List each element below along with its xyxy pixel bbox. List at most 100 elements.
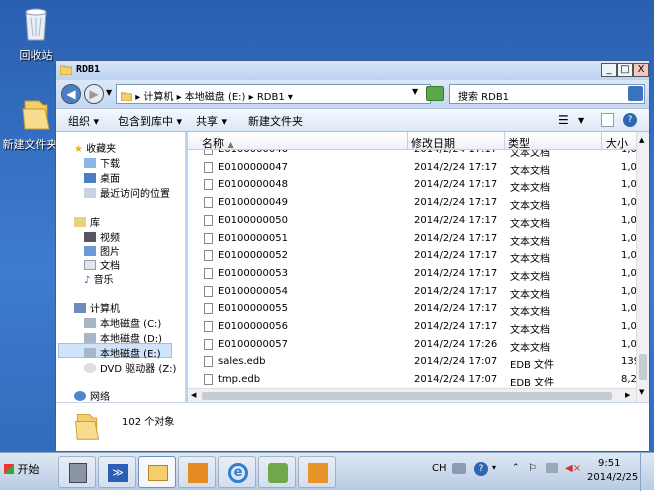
new-folder-button[interactable]: 新建文件夹 — [248, 113, 303, 129]
language-indicator[interactable]: CH — [432, 463, 447, 474]
breadcrumb-item-computer[interactable]: 计算机 — [143, 92, 173, 103]
start-button[interactable]: 开始 — [4, 461, 40, 477]
share-button[interactable]: 共享 ▾ — [196, 113, 227, 129]
file-type: 文本文档 — [510, 236, 550, 248]
back-button[interactable]: ◀ — [61, 84, 81, 104]
file-row[interactable]: E0100000054 2014/2/24 17:17 文本文档 1,0 — [188, 283, 636, 301]
horizontal-scrollbar[interactable]: ◀ ▶ — [188, 388, 636, 402]
clock-time[interactable]: 9:51 — [598, 458, 620, 469]
flag-icon[interactable]: ⚐ — [528, 463, 537, 474]
recycle-bin-icon — [25, 8, 47, 41]
search-icon[interactable] — [628, 86, 643, 101]
file-row[interactable]: E0100000049 2014/2/24 17:17 文本文档 1,0 — [188, 194, 636, 212]
taskbar-powershell[interactable]: ≫ — [98, 456, 136, 488]
file-row[interactable]: E0100000052 2014/2/24 17:17 文本文档 1,0 — [188, 247, 636, 265]
address-dropdown-icon[interactable]: ▼ — [412, 87, 418, 96]
scrollbar-thumb[interactable] — [202, 392, 612, 400]
nav-computer[interactable]: 计算机 — [74, 300, 120, 315]
file-icon — [204, 303, 213, 315]
file-row[interactable]: sales.edb 2014/2/24 17:07 EDB 文件 139,3 — [188, 353, 636, 371]
nav-item-drive-c[interactable]: 本地磁盘 (C:) — [84, 315, 161, 330]
forward-button[interactable]: ▶ — [84, 84, 104, 104]
file-size: 1,0 — [621, 303, 636, 315]
computer-icon — [74, 303, 86, 313]
preview-pane-icon[interactable] — [601, 113, 614, 127]
taskbar-network-tool[interactable] — [258, 456, 296, 488]
nav-item-pictures[interactable]: 图片 — [84, 243, 120, 258]
show-desktop-button[interactable] — [640, 453, 654, 491]
file-row[interactable]: E0100000050 2014/2/24 17:17 文本文档 1,0 — [188, 212, 636, 230]
taskbar-server-manager[interactable] — [58, 456, 96, 488]
file-icon — [204, 161, 213, 173]
column-header-name[interactable]: 名称 ▲ — [202, 135, 234, 151]
maximize-button[interactable]: □ — [617, 63, 633, 77]
refresh-icon[interactable] — [426, 86, 444, 101]
desktop-icon-recycle-bin[interactable]: 回收站 — [0, 4, 72, 63]
file-row[interactable]: tmp.edb 2014/2/24 17:07 EDB 文件 8,2 — [188, 371, 636, 386]
minimize-button[interactable]: _ — [601, 63, 617, 77]
column-header-modified[interactable]: 修改日期 — [411, 135, 455, 151]
scroll-up-icon[interactable]: ▲ — [639, 136, 644, 144]
file-row[interactable]: E0100000055 2014/2/24 17:17 文本文档 1,0 — [188, 300, 636, 318]
file-type: 文本文档 — [510, 183, 550, 195]
nav-item-documents[interactable]: 文档 — [84, 257, 120, 272]
column-header-type[interactable]: 类型 — [508, 135, 530, 151]
include-in-library-button[interactable]: 包含到库中 ▾ — [118, 113, 182, 129]
nav-favorites[interactable]: ★ 收藏夹 — [74, 140, 116, 155]
help-icon[interactable]: ? — [474, 462, 488, 476]
chevron-down-icon[interactable]: ▾ — [492, 463, 496, 472]
scroll-left-icon[interactable]: ◀ — [191, 391, 196, 399]
file-row[interactable]: E0100000047 2014/2/24 17:17 文本文档 1,0 — [188, 159, 636, 177]
nav-item-drive-e[interactable]: 本地磁盘 (E:) — [84, 345, 161, 360]
nav-item-recent[interactable]: 最近访问的位置 — [84, 185, 170, 200]
nav-item-music[interactable]: ♪ 音乐 — [84, 271, 114, 286]
vertical-scrollbar[interactable]: ▲ ▼ — [636, 132, 649, 402]
file-size: 1,0 — [621, 338, 636, 350]
address-bar-area: ◀ ▶ ▼ ▸ 计算机 ▸ 本地磁盘 (E:) ▸ RDB1 ▾ ▼ 搜索 RD… — [56, 80, 649, 108]
file-row[interactable]: E0100000051 2014/2/24 17:17 文本文档 1,0 — [188, 230, 636, 248]
file-date: 2014/2/24 17:17 — [414, 214, 498, 226]
breadcrumb-item-folder[interactable]: RDB1 — [257, 92, 285, 103]
nav-item-dvd[interactable]: DVD 驱动器 (Z:) — [84, 360, 176, 375]
title-bar[interactable]: RDB1 _ □ X — [56, 61, 649, 80]
chevron-down-icon[interactable]: ▼ — [578, 116, 584, 125]
keyboard-icon[interactable] — [452, 463, 466, 474]
scroll-down-icon[interactable]: ▼ — [639, 388, 644, 396]
view-options-icon[interactable]: ☰ — [558, 113, 569, 127]
chevron-down-icon[interactable]: ▼ — [106, 88, 112, 97]
drive-icon — [84, 318, 96, 328]
organize-button[interactable]: 组织 ▾ — [68, 113, 99, 129]
breadcrumb-item-drive[interactable]: 本地磁盘 (E:) — [185, 92, 246, 103]
taskbar-explorer[interactable] — [138, 456, 176, 488]
show-hidden-icons-icon[interactable]: ⌃ — [512, 463, 520, 473]
taskbar-exchange-shell[interactable] — [178, 456, 216, 488]
volume-muted-icon[interactable]: ◀× — [565, 463, 581, 474]
file-name: E0100000057 — [218, 338, 288, 350]
file-row[interactable]: E0100000056 2014/2/24 17:17 文本文档 1,0 — [188, 318, 636, 336]
clock-date[interactable]: 2014/2/25 — [587, 472, 638, 483]
folder-icon — [120, 92, 133, 102]
nav-network[interactable]: 网络 — [74, 388, 110, 403]
help-icon[interactable]: ? — [623, 113, 637, 127]
file-row[interactable]: E0100000057 2014/2/24 17:26 文本文档 1,0 — [188, 336, 636, 354]
scroll-right-icon[interactable]: ▶ — [625, 391, 630, 399]
file-row[interactable]: E0100000048 2014/2/24 17:17 文本文档 1,0 — [188, 176, 636, 194]
file-size: 1,0 — [621, 197, 636, 209]
nav-item-desktop[interactable]: 桌面 — [84, 170, 120, 185]
search-input[interactable]: 搜索 RDB1 — [449, 84, 645, 104]
taskbar-exchange-console[interactable] — [298, 456, 336, 488]
file-icon — [204, 374, 213, 386]
file-name: E0100000051 — [218, 232, 288, 244]
nav-item-downloads[interactable]: 下载 — [84, 155, 120, 170]
network-status-icon[interactable] — [546, 463, 558, 473]
breadcrumb[interactable]: ▸ 计算机 ▸ 本地磁盘 (E:) ▸ RDB1 ▾ — [116, 84, 431, 104]
file-row[interactable]: E0100000053 2014/2/24 17:17 文本文档 1,0 — [188, 265, 636, 283]
close-button[interactable]: X — [633, 63, 649, 77]
file-row[interactable]: E0100000046 2014/2/24 17:17 文本文档 1,0 — [188, 150, 636, 159]
column-header-size[interactable]: 大小 — [606, 135, 628, 151]
nav-item-videos[interactable]: 视频 — [84, 229, 120, 244]
nav-libraries[interactable]: 库 — [74, 214, 100, 229]
scrollbar-thumb[interactable] — [639, 354, 647, 380]
nav-label: 库 — [90, 218, 100, 229]
taskbar-internet-explorer[interactable]: e — [218, 456, 256, 488]
